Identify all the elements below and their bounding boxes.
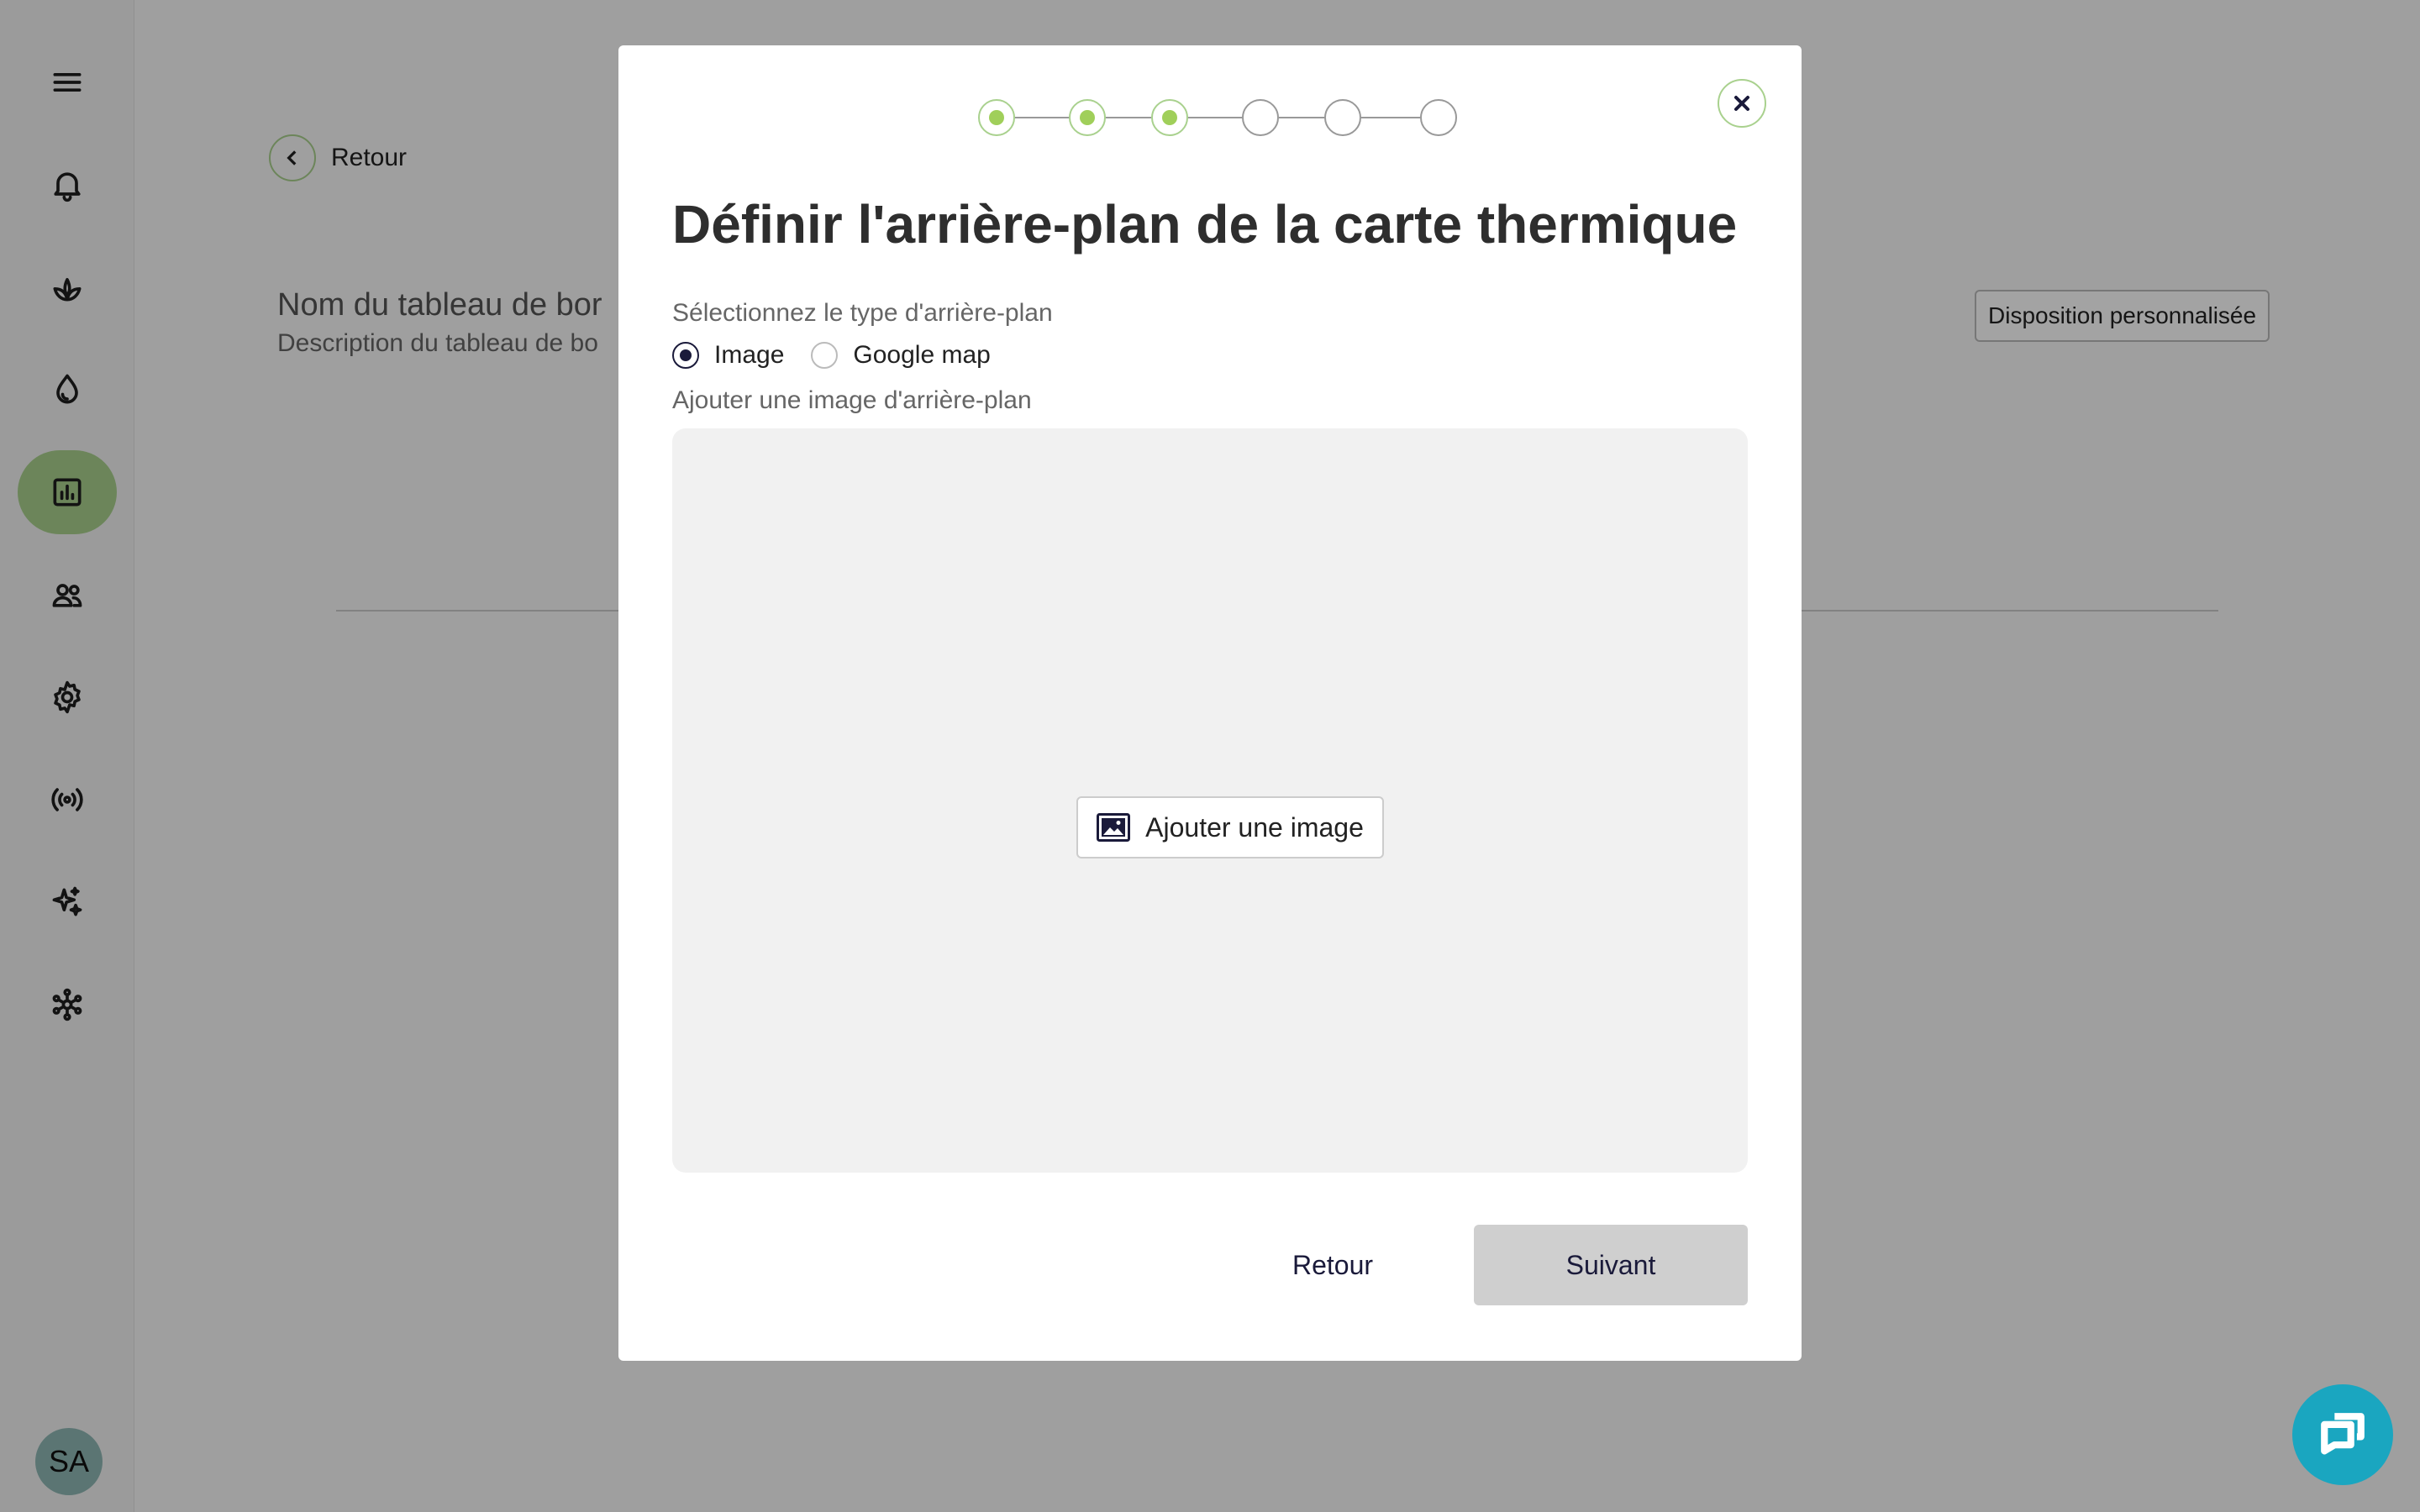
stepper-connector <box>1279 117 1324 118</box>
radio-option-image[interactable]: Image <box>672 341 784 370</box>
radio-image-label: Image <box>714 341 785 369</box>
close-icon <box>1734 96 1749 111</box>
heatmap-background-modal: Définir l'arrière-plan de la carte therm… <box>618 45 1802 1361</box>
image-upload-area[interactable]: Ajouter une image <box>672 428 1748 1173</box>
stepper-step-2 <box>1069 99 1106 136</box>
stepper-connector <box>1015 117 1069 118</box>
chat-button[interactable] <box>2292 1384 2393 1485</box>
chat-icon <box>2321 1413 2365 1455</box>
add-image-button-label: Ajouter une image <box>1145 811 1364 843</box>
stepper-step-3 <box>1151 99 1188 136</box>
background-type-label: Sélectionnez le type d'arrière-plan <box>672 299 1053 327</box>
back-button[interactable]: Retour <box>1265 1225 1400 1305</box>
image-icon <box>1097 813 1131 842</box>
stepper-connector <box>1106 117 1151 118</box>
radio-google-map[interactable] <box>811 342 839 369</box>
radio-image[interactable] <box>672 342 699 369</box>
radio-option-google-map[interactable]: Google map <box>811 341 991 370</box>
stepper-step-4 <box>1242 99 1279 136</box>
add-background-label: Ajouter une image d'arrière-plan <box>672 386 1032 414</box>
radio-google-map-label: Google map <box>853 341 991 369</box>
stepper-step-6 <box>1420 99 1457 136</box>
background-type-radio-group: Image Google map <box>672 341 1018 370</box>
stepper <box>978 99 1457 136</box>
add-image-button[interactable]: Ajouter une image <box>1076 796 1384 858</box>
close-button[interactable] <box>1718 79 1766 128</box>
stepper-connector <box>1188 117 1242 118</box>
next-button[interactable]: Suivant <box>1474 1225 1748 1305</box>
modal-title: Définir l'arrière-plan de la carte therm… <box>672 194 1738 255</box>
stepper-step-1 <box>978 99 1015 136</box>
stepper-connector <box>1361 117 1420 118</box>
stepper-step-5 <box>1324 99 1361 136</box>
